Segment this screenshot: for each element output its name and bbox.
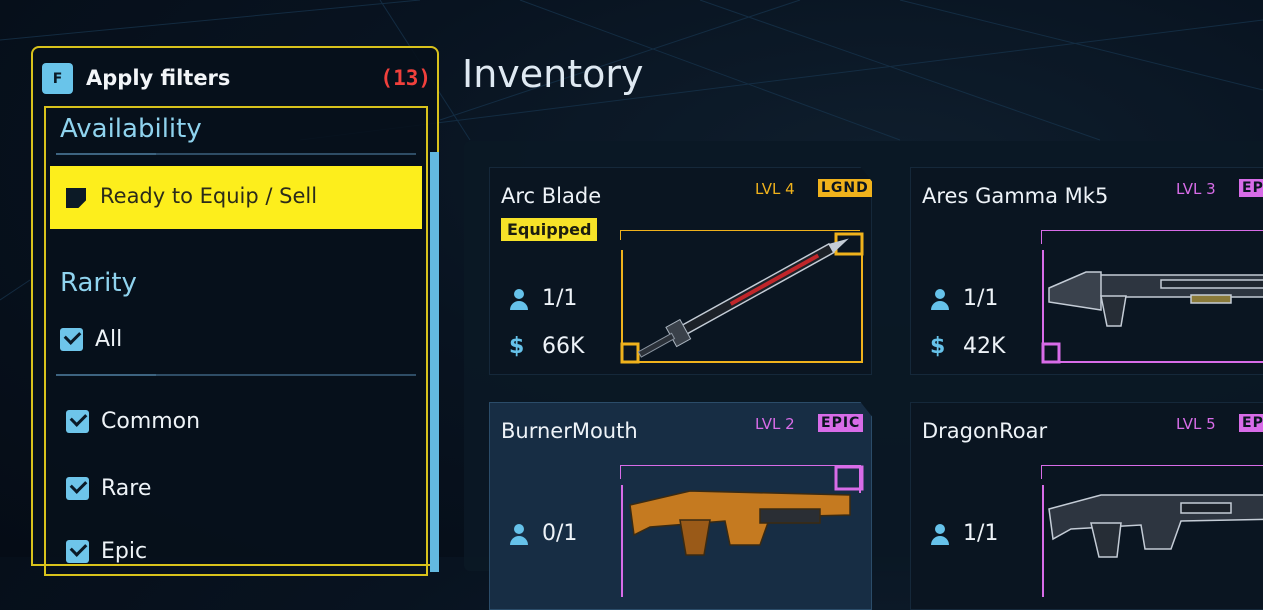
person-icon xyxy=(509,289,529,311)
filter-panel: F Apply filters (13) Availability Ready … xyxy=(31,46,439,576)
item-level: LVL 3 xyxy=(1176,180,1216,198)
filter-title: Apply filters xyxy=(86,66,231,90)
keybind-badge: F xyxy=(42,63,73,94)
checkbox-checked-icon[interactable] xyxy=(60,328,83,351)
filter-scrollbar[interactable] xyxy=(430,152,439,572)
ready-to-equip-label: Ready to Equip / Sell xyxy=(100,184,318,208)
equipped-badge: Equipped xyxy=(501,218,598,241)
weapon-image xyxy=(620,230,864,364)
item-name: DragonRoar xyxy=(922,419,1048,443)
rarity-option-label: All xyxy=(95,327,123,352)
inventory-card[interactable]: Arc Blade LVL 4 LGND Equipped 1/1 $ 66K xyxy=(489,167,872,375)
rarity-option-label: Common xyxy=(101,409,201,434)
filter-header[interactable]: F Apply filters (13) xyxy=(41,62,431,96)
dollar-icon: $ xyxy=(930,334,946,359)
rarity-option-label: Rare xyxy=(101,476,152,501)
item-level: LVL 2 xyxy=(755,415,795,433)
item-name: BurnerMouth xyxy=(501,419,638,443)
dollar-icon: $ xyxy=(509,334,525,359)
rarity-badge: EPIC xyxy=(1239,179,1263,197)
weapon-image xyxy=(1041,465,1263,599)
person-icon xyxy=(930,524,950,546)
ready-to-equip-option[interactable]: Ready to Equip / Sell xyxy=(50,166,422,229)
inventory-card[interactable]: DragonRoar LVL 5 EPIC 1/1 xyxy=(910,402,1263,610)
rarity-badge: EPIC xyxy=(1239,414,1263,432)
person-icon xyxy=(509,524,529,546)
checkbox-checked-icon[interactable] xyxy=(66,540,89,563)
availability-title: Availability xyxy=(60,114,202,144)
inventory-card[interactable]: BurnerMouth LVL 2 EPIC 0/1 xyxy=(489,402,872,610)
checkbox-checked-icon[interactable] xyxy=(66,410,89,433)
divider xyxy=(56,153,416,155)
item-name: Ares Gamma Mk5 xyxy=(922,184,1109,208)
rarity-badge: EPIC xyxy=(818,414,864,432)
rarity-title: Rarity xyxy=(60,268,137,298)
checkbox-checked-icon[interactable] xyxy=(66,477,89,500)
inventory-card[interactable]: Ares Gamma Mk5 LVL 3 EPIC 1/1 $ 42K xyxy=(910,167,1263,375)
filter-list: Availability Ready to Equip / Sell Rarit… xyxy=(44,106,428,576)
weapon-image xyxy=(620,465,864,599)
inventory-title: Inventory xyxy=(462,52,644,96)
divider xyxy=(56,374,416,376)
filter-count: (13) xyxy=(380,66,431,90)
rarity-badge: LGND xyxy=(818,179,872,197)
item-level: LVL 4 xyxy=(755,180,795,198)
rarity-option-label: Epic xyxy=(101,539,148,564)
item-name: Arc Blade xyxy=(501,184,602,208)
item-level: LVL 5 xyxy=(1176,415,1216,433)
note-icon xyxy=(66,188,86,208)
person-icon xyxy=(930,289,950,311)
weapon-image xyxy=(1041,230,1263,364)
